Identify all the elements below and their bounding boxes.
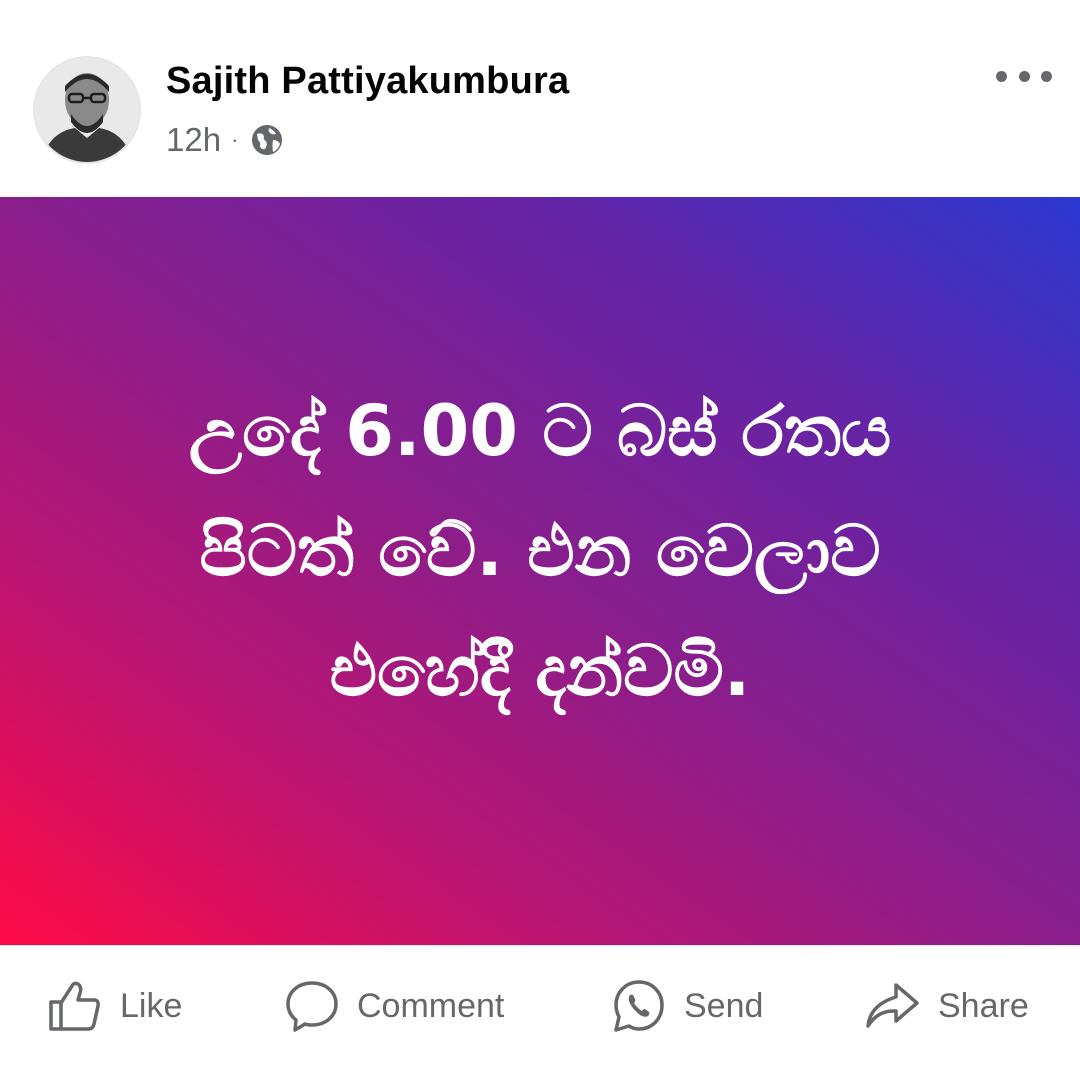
send-button[interactable]: Send: [612, 976, 763, 1036]
share-button[interactable]: Share: [864, 976, 1029, 1036]
author-name[interactable]: Sajith Pattiyakumbura: [166, 60, 569, 103]
avatar-photo: [35, 58, 139, 162]
more-options-button[interactable]: [996, 56, 1052, 96]
comment-bubble-icon: [286, 981, 338, 1032]
facebook-post: Sajith Pattiyakumbura 12h · උදේ 6.00 ට බ…: [0, 0, 1080, 1070]
post-meta: 12h ·: [166, 120, 284, 160]
status-background-card[interactable]: උදේ 6.00 ට බස් රතය පිටත් වේ. එන වෙලාව එහ…: [0, 197, 1080, 945]
more-dot-icon: [1041, 70, 1052, 82]
post-timestamp[interactable]: 12h: [166, 121, 221, 159]
globe-icon[interactable]: [250, 123, 284, 157]
meta-separator: ·: [231, 127, 239, 152]
whatsapp-icon: [614, 980, 664, 1032]
more-dot-icon: [1018, 70, 1030, 82]
thumbs-up-icon: [49, 981, 100, 1031]
share-label: Share: [938, 986, 1029, 1025]
action-bar: Like Comment Send Share: [0, 945, 1080, 1070]
post-header: Sajith Pattiyakumbura 12h ·: [0, 0, 1080, 197]
share-arrow-icon: [866, 983, 919, 1028]
comment-label: Comment: [357, 986, 505, 1025]
like-label: Like: [120, 986, 183, 1025]
comment-button[interactable]: Comment: [285, 976, 504, 1036]
more-dot-icon: [996, 70, 1007, 82]
avatar[interactable]: [33, 56, 141, 164]
like-button[interactable]: Like: [48, 976, 182, 1036]
status-text: උදේ 6.00 ට බස් රතය පිටත් වේ. එන වෙලාව එහ…: [188, 390, 892, 712]
send-label: Send: [684, 986, 764, 1025]
